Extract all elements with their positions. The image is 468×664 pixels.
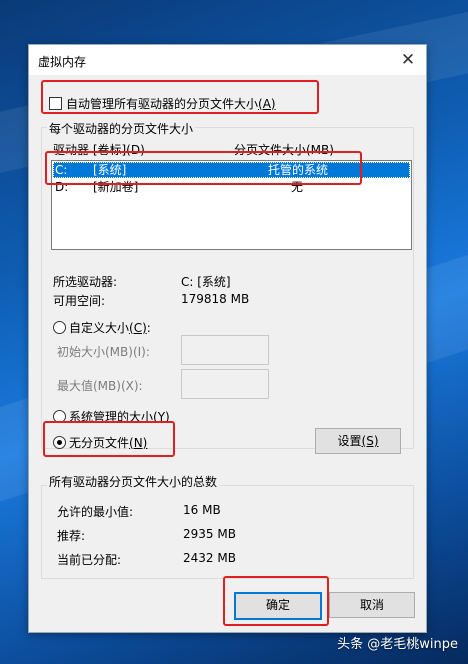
drives-group-title: 每个驱动器的分页文件大小 bbox=[47, 120, 196, 137]
initial-size-input[interactable] bbox=[181, 335, 269, 365]
totals-group-title: 所有驱动器分页文件大小的总数 bbox=[47, 473, 220, 490]
ok-button-label: 确定 bbox=[265, 598, 290, 612]
selected-drive-label: 所选驱动器: bbox=[53, 275, 118, 289]
custom-size-radio[interactable]: 自定义大小 (C): bbox=[53, 319, 151, 336]
virtual-memory-dialog: 虚拟内存 ✕ 自动管理所有驱动器的分页文件大小 (A) 每个驱动器的分页文件大小 … bbox=[28, 44, 427, 633]
free-space-value: 179818 MB bbox=[181, 292, 250, 306]
system-managed-radio[interactable]: 系统管理的大小 (Y) bbox=[53, 408, 170, 425]
radio-circle-selected[interactable] bbox=[53, 436, 66, 449]
max-size-label: 最大值(MB)(X): bbox=[57, 379, 143, 393]
set-button[interactable]: 设置(S) bbox=[315, 428, 401, 454]
currently-allocated-value: 2432 MB bbox=[183, 551, 236, 565]
recommended-value: 2935 MB bbox=[183, 527, 236, 541]
min-allowed-label: 允许的最小值: bbox=[57, 505, 134, 519]
system-managed-hotkey: (Y) bbox=[153, 409, 170, 424]
initial-size-label: 初始大小(MB)(I): bbox=[57, 345, 150, 359]
custom-size-label: 自定义大小 bbox=[69, 321, 130, 335]
no-paging-file-hotkey: (N) bbox=[129, 435, 148, 450]
min-allowed-value: 16 MB bbox=[183, 503, 221, 517]
drive-paging-size: 托管的系统 bbox=[268, 163, 329, 177]
cancel-button[interactable]: 取消 bbox=[329, 592, 415, 618]
drive-letter: D: bbox=[55, 180, 69, 194]
max-size-input[interactable] bbox=[181, 369, 269, 399]
no-paging-file-label: 无分页文件 bbox=[69, 436, 130, 450]
drive-letter: C: bbox=[55, 163, 68, 177]
close-icon[interactable]: ✕ bbox=[396, 48, 420, 72]
drives-list[interactable]: C: [系统] 托管的系统 D: [新加卷] 无 bbox=[51, 160, 412, 250]
free-space-label: 可用空间: bbox=[53, 294, 106, 308]
auto-manage-checkbox[interactable]: 自动管理所有驱动器的分页文件大小 (A) bbox=[49, 95, 276, 112]
cancel-button-label: 取消 bbox=[359, 598, 384, 612]
set-button-hotkey: (S) bbox=[361, 434, 379, 448]
col-header-drive: 驱动器 [卷标](D) bbox=[53, 143, 145, 157]
checkbox-box[interactable] bbox=[49, 97, 62, 110]
custom-size-hotkey: (C) bbox=[129, 320, 147, 335]
selected-drive-value: C: [系统] bbox=[181, 275, 231, 289]
auto-manage-label: 自动管理所有驱动器的分页文件大小 bbox=[66, 97, 259, 111]
watermark: 头条 @老毛桃winpe bbox=[337, 637, 458, 652]
col-header-size: 分页文件大小(MB) bbox=[234, 143, 334, 157]
recommended-label: 推荐: bbox=[57, 529, 86, 543]
currently-allocated-label: 当前已分配: bbox=[57, 553, 122, 567]
no-paging-file-radio[interactable]: 无分页文件 (N) bbox=[53, 434, 147, 451]
drive-volume-label: [新加卷] bbox=[93, 180, 139, 194]
radio-circle[interactable] bbox=[53, 410, 66, 423]
drive-volume-label: [系统] bbox=[93, 163, 127, 177]
drive-row-d[interactable]: D: [新加卷] 无 bbox=[53, 179, 410, 195]
drive-paging-size: 无 bbox=[291, 180, 304, 194]
ok-button[interactable]: 确定 bbox=[234, 592, 322, 620]
auto-manage-hotkey: (A) bbox=[258, 96, 276, 111]
radio-circle[interactable] bbox=[53, 321, 66, 334]
system-managed-label: 系统管理的大小 bbox=[69, 410, 154, 424]
window-title: 虚拟内存 bbox=[38, 55, 87, 69]
set-button-label: 设置 bbox=[337, 434, 362, 448]
title-bar: 虚拟内存 ✕ bbox=[29, 45, 426, 75]
drive-row-c[interactable]: C: [系统] 托管的系统 bbox=[53, 162, 410, 178]
